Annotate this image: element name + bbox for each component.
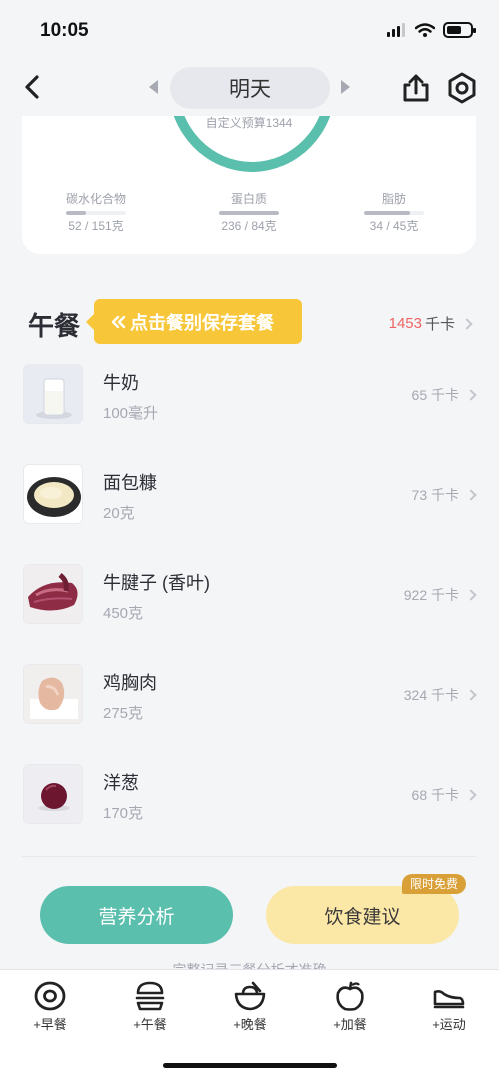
macro-bar-fill — [364, 211, 410, 215]
food-amount: 100毫升 — [103, 405, 159, 422]
food-kcal-value: 324 千卡 — [403, 687, 459, 703]
breadcrumbs-bowl-icon — [23, 464, 83, 524]
prev-day-icon[interactable] — [149, 80, 158, 94]
food-item-beef-shank[interactable]: 牛腱子 (香叶) 450克 922 千卡 — [0, 556, 499, 656]
onion-icon — [23, 764, 83, 824]
tab-label: +早餐 — [33, 1017, 67, 1032]
food-item-breadcrumbs[interactable]: 面包糠 20克 73 千卡 — [0, 456, 499, 556]
budget-text: 自定义预算1344 — [205, 116, 293, 130]
food-item-milk[interactable]: 牛奶 100毫升 65 千卡 — [0, 356, 499, 456]
milk-glass-icon — [23, 364, 83, 424]
macro-bar-fill — [219, 211, 279, 215]
home-indicator — [163, 1063, 337, 1068]
meal-header[interactable]: 午餐 点击餐别保存套餐 1453 千卡 — [0, 296, 499, 350]
food-name: 洋葱 — [103, 773, 139, 793]
save-set-meal-tip[interactable]: 点击餐别保存套餐 — [86, 299, 302, 344]
food-item-chicken-breast[interactable]: 鸡胸肉 275克 324 千卡 — [0, 656, 499, 756]
snack-apple-icon — [336, 981, 364, 1011]
chevron-right-icon — [461, 317, 473, 330]
dinner-bowl-icon — [234, 981, 266, 1011]
tab-label: +运动 — [432, 1017, 466, 1032]
breakfast-icon — [34, 981, 66, 1011]
next-day-icon[interactable] — [341, 80, 350, 94]
macro-label: 碳水化合物 — [65, 192, 126, 206]
chevron-right-icon — [465, 489, 477, 501]
share-icon[interactable] — [400, 72, 432, 104]
status-icons — [387, 22, 476, 38]
food-name: 牛奶 — [103, 373, 139, 393]
double-chevron-left-icon — [111, 315, 126, 328]
food-amount: 170克 — [103, 805, 144, 822]
food-amount: 275克 — [103, 705, 144, 722]
food-kcal-value: 68 千卡 — [411, 787, 459, 803]
meal-total-kcal[interactable]: 1453 千卡 — [388, 313, 473, 334]
date-selector[interactable]: 明天 — [170, 67, 330, 109]
food-kcal-value: 73 千卡 — [411, 487, 459, 503]
summary-card: 自定义预算1344 碳水化合物 52 / 151克 蛋白质 236 / 84克 … — [22, 116, 476, 254]
nutrition-analysis-button[interactable]: 营养分析 — [40, 886, 233, 944]
save-tip-label: 点击餐别保存套餐 — [130, 312, 274, 333]
food-kcal: 73 千卡 — [411, 485, 477, 505]
macro-label: 脂肪 — [381, 192, 406, 206]
macro-label: 蛋白质 — [230, 192, 267, 206]
exercise-shoe-icon — [433, 990, 465, 1009]
food-kcal: 324 千卡 — [403, 685, 477, 705]
chevron-right-icon — [465, 589, 477, 601]
food-kcal-value: 922 千卡 — [403, 587, 459, 603]
macro-bar — [219, 211, 279, 215]
food-kcal: 65 千卡 — [411, 385, 477, 405]
beef-shank-icon — [23, 564, 83, 624]
chicken-breast-icon — [23, 664, 83, 724]
food-name: 面包糠 — [103, 473, 157, 493]
chevron-right-icon — [465, 789, 477, 801]
food-amount: 450克 — [103, 605, 144, 622]
macro-carbs: 碳水化合物 52 / 151克 — [46, 190, 146, 234]
tab-add-breakfast[interactable]: +早餐 — [10, 980, 90, 1033]
macro-bar-fill — [66, 211, 87, 215]
food-kcal-value: 65 千卡 — [411, 387, 459, 403]
tab-label: +午餐 — [133, 1017, 167, 1032]
food-item-onion[interactable]: 洋葱 170克 68 千卡 — [0, 756, 499, 856]
top-nav: 明天 — [0, 60, 499, 116]
macro-value: 34 / 45克 — [369, 219, 419, 233]
tab-add-dinner[interactable]: +晚餐 — [210, 980, 290, 1033]
signal-icon — [387, 23, 405, 37]
meal-total-value: 1453 — [388, 315, 422, 332]
meal-title[interactable]: 午餐 — [28, 306, 80, 343]
macro-value: 52 / 151克 — [68, 219, 124, 233]
diet-advice-button[interactable]: 饮食建议 — [266, 886, 459, 944]
status-time: 10:05 — [40, 20, 89, 41]
food-kcal: 922 千卡 — [403, 585, 477, 605]
food-kcal: 68 千卡 — [411, 785, 477, 805]
status-bar: 10:05 — [0, 0, 499, 60]
free-badge: 限时免费 — [402, 874, 467, 894]
food-list: 牛奶 100毫升 65 千卡 面包糠 20克 73 千卡 牛腱子 (香叶) 45… — [0, 356, 499, 856]
food-amount: 20克 — [103, 505, 135, 522]
chevron-right-icon — [465, 689, 477, 701]
meal-total-unit: 千卡 — [424, 316, 455, 333]
chevron-right-icon — [465, 389, 477, 401]
tab-add-snack[interactable]: +加餐 — [310, 980, 390, 1033]
lunch-burger-icon — [135, 981, 165, 1011]
back-arrow-icon[interactable] — [18, 72, 48, 102]
battery-icon — [443, 22, 476, 38]
food-name: 鸡胸肉 — [103, 673, 157, 693]
settings-icon[interactable] — [446, 72, 478, 104]
macro-bar — [364, 211, 424, 215]
macro-fat: 脂肪 34 / 45克 — [344, 190, 444, 234]
macro-protein: 蛋白质 236 / 84克 — [199, 190, 299, 234]
food-name: 牛腱子 (香叶) — [103, 573, 210, 593]
tab-label: +晚餐 — [233, 1017, 267, 1032]
tab-label: +加餐 — [333, 1017, 367, 1032]
macro-value: 236 / 84克 — [221, 219, 277, 233]
tab-add-exercise[interactable]: +运动 — [409, 980, 489, 1033]
divider — [22, 856, 476, 857]
macro-bar — [66, 211, 126, 215]
wifi-icon — [415, 23, 435, 37]
tab-add-lunch[interactable]: +午餐 — [110, 980, 190, 1033]
